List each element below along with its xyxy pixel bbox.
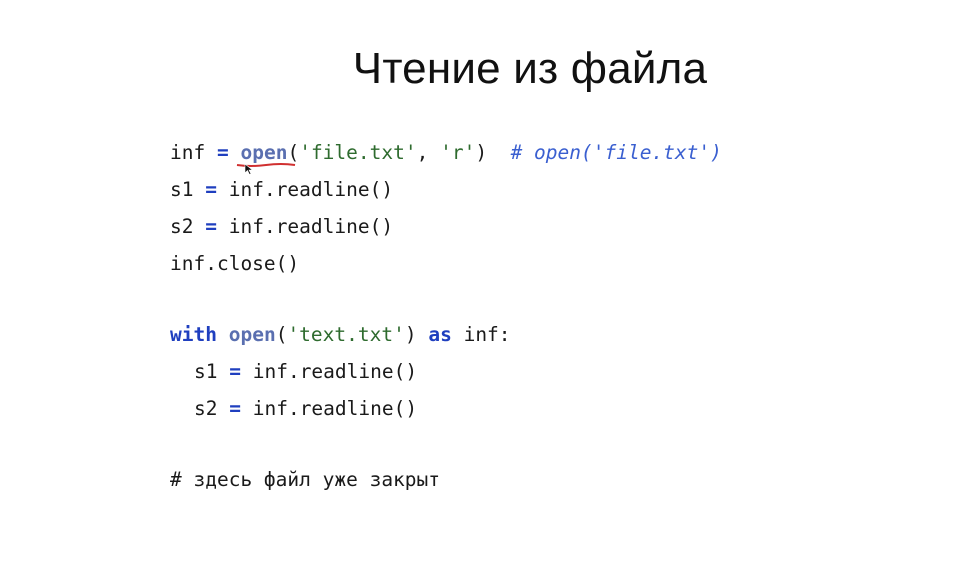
code-var: inf [170, 141, 206, 164]
code-operator: = [205, 215, 217, 238]
code-var: s1 [194, 360, 218, 383]
code-call: inf.readline() [228, 215, 394, 238]
code-line-open: inf = open ('file.txt', 'r') # open('file… [170, 141, 722, 175]
code-keyword: as [428, 323, 452, 346]
code-line-footer-comment: # здесь файл уже закрыт [170, 468, 440, 492]
code-operator: = [205, 178, 217, 201]
slide-title: Чтение из файла [352, 44, 708, 93]
code-line-s2: s2 = inf.readline() [170, 215, 393, 239]
code-line-close: inf.close() [170, 252, 299, 276]
code-call: inf.readline() [252, 397, 418, 420]
mouse-cursor-icon [245, 163, 254, 175]
code-call: inf.close() [170, 252, 300, 275]
code-line-with-s2: s2 = inf.readline() [194, 397, 417, 421]
code-paren: ) [404, 323, 417, 346]
code-var: s2 [170, 215, 194, 238]
code-line-s1: s1 = inf.readline() [170, 178, 393, 202]
code-call: inf.readline() [252, 360, 418, 383]
code-paren: ) [475, 141, 488, 164]
code-operator: = [216, 141, 229, 164]
code-operator: = [229, 397, 241, 420]
code-comment: # здесь файл уже закрыт [170, 468, 441, 491]
code-operator: = [229, 360, 241, 383]
code-var: s1 [170, 178, 194, 201]
code-string: 'file.txt' [299, 141, 417, 164]
code-paren: ( [287, 141, 300, 164]
code-call: inf.readline() [228, 178, 394, 201]
code-keyword: with [170, 323, 217, 346]
open-call-annotated: open [237, 141, 296, 175]
code-line-with-s1: s1 = inf.readline() [194, 360, 417, 384]
code-var: s2 [194, 397, 218, 420]
code-string: 'r' [440, 141, 476, 164]
code-separator: , [416, 141, 441, 164]
code-var: inf: [463, 323, 511, 346]
code-function: open [228, 323, 276, 346]
code-paren: ( [275, 323, 288, 346]
slide: Чтение из файла inf = open ('file.txt', '… [0, 0, 978, 576]
code-function: open [240, 141, 288, 164]
code-string: 'text.txt' [287, 323, 405, 346]
code-comment: # open('file.txt') [510, 141, 722, 164]
code-line-with: with open('text.txt') as inf: [170, 323, 511, 347]
